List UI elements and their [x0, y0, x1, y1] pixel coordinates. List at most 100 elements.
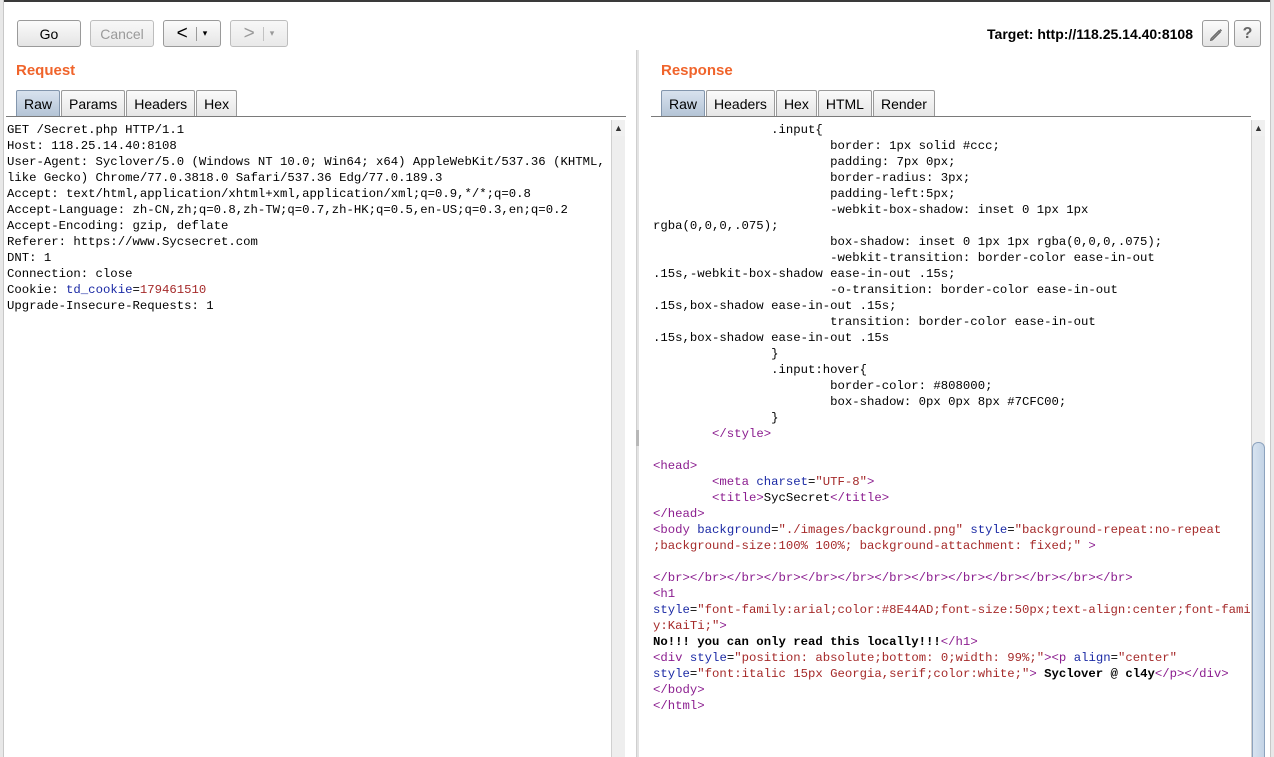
cancel-button[interactable]: Cancel	[90, 20, 154, 47]
window-left-edge	[0, 0, 4, 757]
body-line-cont: ;background-size:100% 100%; background-a…	[653, 538, 1250, 554]
div-attr-style: style	[689, 651, 727, 665]
cookie-name: td_cookie	[66, 283, 133, 297]
head-open-line: <head>	[653, 458, 1250, 474]
back-button[interactable]: < ▾	[163, 20, 221, 47]
request-line: like Gecko) Chrome/77.0.3818.0 Safari/53…	[7, 171, 443, 185]
title-open-tag: <title>	[712, 491, 764, 505]
response-title: Response	[661, 62, 733, 79]
scroll-track[interactable]	[1252, 136, 1265, 757]
request-tabs: Raw Params Headers Hex	[16, 90, 238, 116]
go-button[interactable]: Go	[17, 20, 81, 47]
request-tab-underline	[6, 116, 626, 117]
div-val-style: "position: absolute;bottom: 0;width: 99%…	[734, 651, 1045, 665]
request-line: GET /Secret.php HTTP/1.1	[7, 123, 185, 137]
response-editor[interactable]: .input{ border: 1px solid #ccc; padding:…	[653, 122, 1250, 757]
css-line: rgba(0,0,0,.075);	[653, 219, 779, 233]
body-attr-style: style	[970, 523, 1008, 537]
scroll-thumb[interactable]	[1252, 442, 1265, 757]
response-tab-hex[interactable]: Hex	[775, 90, 817, 116]
response-scrollbar[interactable]: ▲	[1251, 120, 1265, 757]
body-close-tag: </body>	[653, 683, 705, 697]
response-tab-headers[interactable]: Headers	[706, 90, 775, 116]
p-text: Syclover @ cl4y	[1036, 667, 1155, 681]
html-close-tag: </html>	[653, 699, 705, 713]
css-line: transition: border-color ease-in-out	[653, 315, 1096, 329]
body-val-style-cont: ;background-size:100% 100%; background-a…	[653, 539, 1082, 553]
request-tab-raw[interactable]: Raw	[16, 90, 61, 116]
scroll-up-arrow-icon[interactable]: ▲	[612, 120, 625, 136]
head-close-tag: </head>	[653, 507, 705, 521]
css-line: -webkit-box-shadow: inset 0 1px 1px	[653, 203, 1089, 217]
back-history-dropdown-icon[interactable]: ▾	[203, 28, 208, 39]
body-close-line: </body>	[653, 682, 1250, 698]
div-close-tag: </div>	[1184, 667, 1229, 681]
request-title: Request	[16, 62, 76, 79]
split-pane-divider[interactable]	[636, 50, 639, 757]
response-tab-raw[interactable]: Raw	[661, 90, 706, 116]
request-line: Connection: close	[7, 267, 133, 281]
meta-attr: charset	[756, 475, 808, 489]
css-line: .input{	[653, 123, 823, 137]
request-tab-hex[interactable]: Hex	[196, 90, 238, 116]
button-separator	[195, 26, 197, 41]
pencil-icon	[1209, 28, 1222, 41]
div-open-tag: <div	[653, 651, 683, 665]
forward-history-dropdown-icon[interactable]: ▾	[270, 28, 275, 39]
css-line: border: 1px solid #ccc;	[653, 139, 1000, 153]
button-separator	[262, 26, 264, 41]
back-arrow-icon: <	[176, 23, 188, 44]
cookie-line: Cookie: td_cookie=179461510	[7, 282, 610, 298]
body-open-tag: <body	[653, 523, 690, 537]
request-line: Upgrade-Insecure-Requests: 1	[7, 299, 214, 313]
title-line: <title>SycSecret</title>	[653, 490, 1250, 506]
divider-grip-handle[interactable]	[636, 430, 639, 446]
css-line: border-radius: 3px;	[653, 171, 971, 185]
meta-close: >	[867, 475, 875, 489]
p-close-tag: </p>	[1154, 667, 1185, 681]
style-close-tag: </style>	[712, 427, 772, 441]
request-line: Accept-Language: zh-CN,zh;q=0.8,zh-TW;q=…	[7, 203, 568, 217]
css-line: -o-transition: border-color ease-in-out	[653, 283, 1118, 297]
body-val-style: "background-repeat:no-repeat	[1014, 523, 1222, 537]
meta-tag: <meta	[712, 475, 749, 489]
css-line: }	[653, 411, 779, 425]
body-line: <body background="./images/background.pn…	[653, 523, 1222, 537]
h1-text: No!!! you can only read this locally!!!	[653, 635, 941, 649]
help-button[interactable]: ?	[1234, 20, 1261, 47]
h1-style-line-cont: y:KaiTi;">	[653, 618, 1250, 634]
css-line: box-shadow: 0px 0px 8px #7CFC00;	[653, 395, 1067, 409]
target-label: Target: http://118.25.14.40:8108	[987, 26, 1193, 42]
response-tabs: Raw Headers Hex HTML Render	[661, 90, 936, 116]
meta-val: "UTF-8"	[815, 475, 868, 489]
go-button-label: Go	[39, 25, 59, 42]
request-scrollbar[interactable]: ▲	[611, 120, 625, 757]
request-line: Accept: text/html,application/xhtml+xml,…	[7, 187, 531, 201]
br-line: </br></br></br></br></br></br></br></br>…	[653, 570, 1250, 586]
request-tab-params[interactable]: Params	[61, 90, 126, 116]
head-open-tag: <head>	[653, 459, 698, 473]
forward-button[interactable]: > ▾	[230, 20, 288, 47]
scroll-track[interactable]	[612, 136, 625, 757]
edit-target-button[interactable]	[1202, 20, 1229, 47]
css-line: }	[653, 347, 779, 361]
meta-line: <meta charset="UTF-8">	[712, 475, 875, 489]
css-line: padding: 7px 0px;	[653, 155, 956, 169]
scroll-up-arrow-icon[interactable]: ▲	[1252, 120, 1265, 136]
window-top-border	[0, 0, 1274, 2]
h1-val-style-cont: y:KaiTi;"	[653, 619, 720, 633]
title-text: SycSecret	[763, 491, 831, 505]
response-tab-render[interactable]: Render	[872, 90, 935, 116]
body-val-background: "./images/background.png"	[778, 523, 963, 537]
response-tab-underline	[651, 116, 1251, 117]
cancel-button-label: Cancel	[100, 25, 144, 42]
css-line: .15s,-webkit-box-shadow ease-in-out .15s…	[653, 267, 956, 281]
html-close-line: </html>	[653, 698, 1250, 714]
h1-val-style: "font-family:arial;color:#8E44AD;font-si…	[697, 603, 1250, 617]
css-line: .15s,box-shadow ease-in-out .15s	[653, 331, 890, 345]
response-tab-html[interactable]: HTML	[817, 90, 872, 116]
request-tab-headers[interactable]: Headers	[126, 90, 196, 116]
request-editor[interactable]: GET /Secret.php HTTP/1.1 Host: 118.25.14.…	[7, 122, 610, 757]
body-attr-background: background	[697, 523, 772, 537]
p-attr-style: style	[653, 667, 690, 681]
